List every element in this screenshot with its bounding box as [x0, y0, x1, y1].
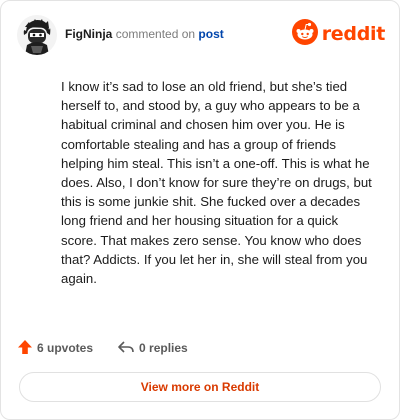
action-text: commented on [115, 27, 196, 41]
post-link[interactable]: post [198, 27, 223, 41]
view-more-button[interactable]: View more on Reddit [19, 372, 381, 402]
reply-count: 0 replies [139, 341, 188, 355]
reply-button[interactable]: 0 replies [117, 339, 188, 358]
comment-header: FigNinja commented on post reddit [17, 15, 385, 55]
reddit-logo[interactable]: reddit [291, 18, 386, 50]
reddit-logo-icon [291, 18, 318, 50]
avatar[interactable] [17, 15, 57, 55]
comment-actions: 6 upvotes 0 replies [17, 337, 212, 359]
comment-body: I know it’s sad to lose an old friend, b… [61, 79, 372, 287]
upvote-count: 6 upvotes [37, 341, 94, 355]
reddit-wordmark: reddit [321, 23, 386, 45]
username-link[interactable]: FigNinja [65, 27, 112, 41]
upvote-arrow-icon [17, 339, 33, 358]
reply-icon [117, 339, 135, 358]
upvote-button[interactable]: 6 upvotes [17, 339, 93, 358]
embedded-comment-card: FigNinja commented on post reddit I know… [0, 0, 400, 420]
comment-byline: FigNinja commented on post [65, 27, 224, 41]
